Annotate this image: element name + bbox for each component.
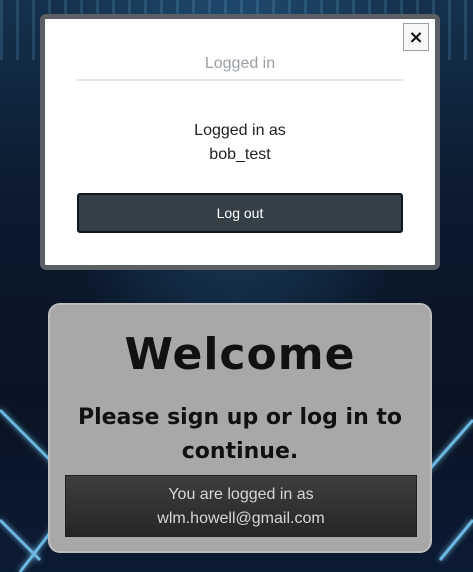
logout-button[interactable]: Log out	[77, 193, 403, 233]
dialog-divider	[77, 79, 403, 81]
login-status-email: wlm.howell@gmail.com	[157, 510, 325, 527]
welcome-subtitle: Please sign up or log in to continue.	[77, 405, 403, 464]
login-status-box: You are logged in as wlm.howell@gmail.co…	[65, 475, 417, 537]
logged-in-label: Logged in as	[194, 122, 286, 139]
close-icon: ×	[408, 26, 424, 48]
logged-in-message: Logged in as bob_test	[45, 119, 435, 167]
logged-in-dialog: × Logged in Logged in as bob_test Log ou…	[40, 14, 440, 270]
welcome-card: Welcome Please sign up or log in to cont…	[48, 303, 432, 553]
logged-in-username: bob_test	[209, 146, 271, 163]
dialog-tab-title: Logged in	[204, 55, 276, 72]
close-button[interactable]: ×	[403, 23, 429, 51]
welcome-title: Welcome	[124, 329, 356, 380]
login-status-label: You are logged in as	[168, 486, 314, 503]
